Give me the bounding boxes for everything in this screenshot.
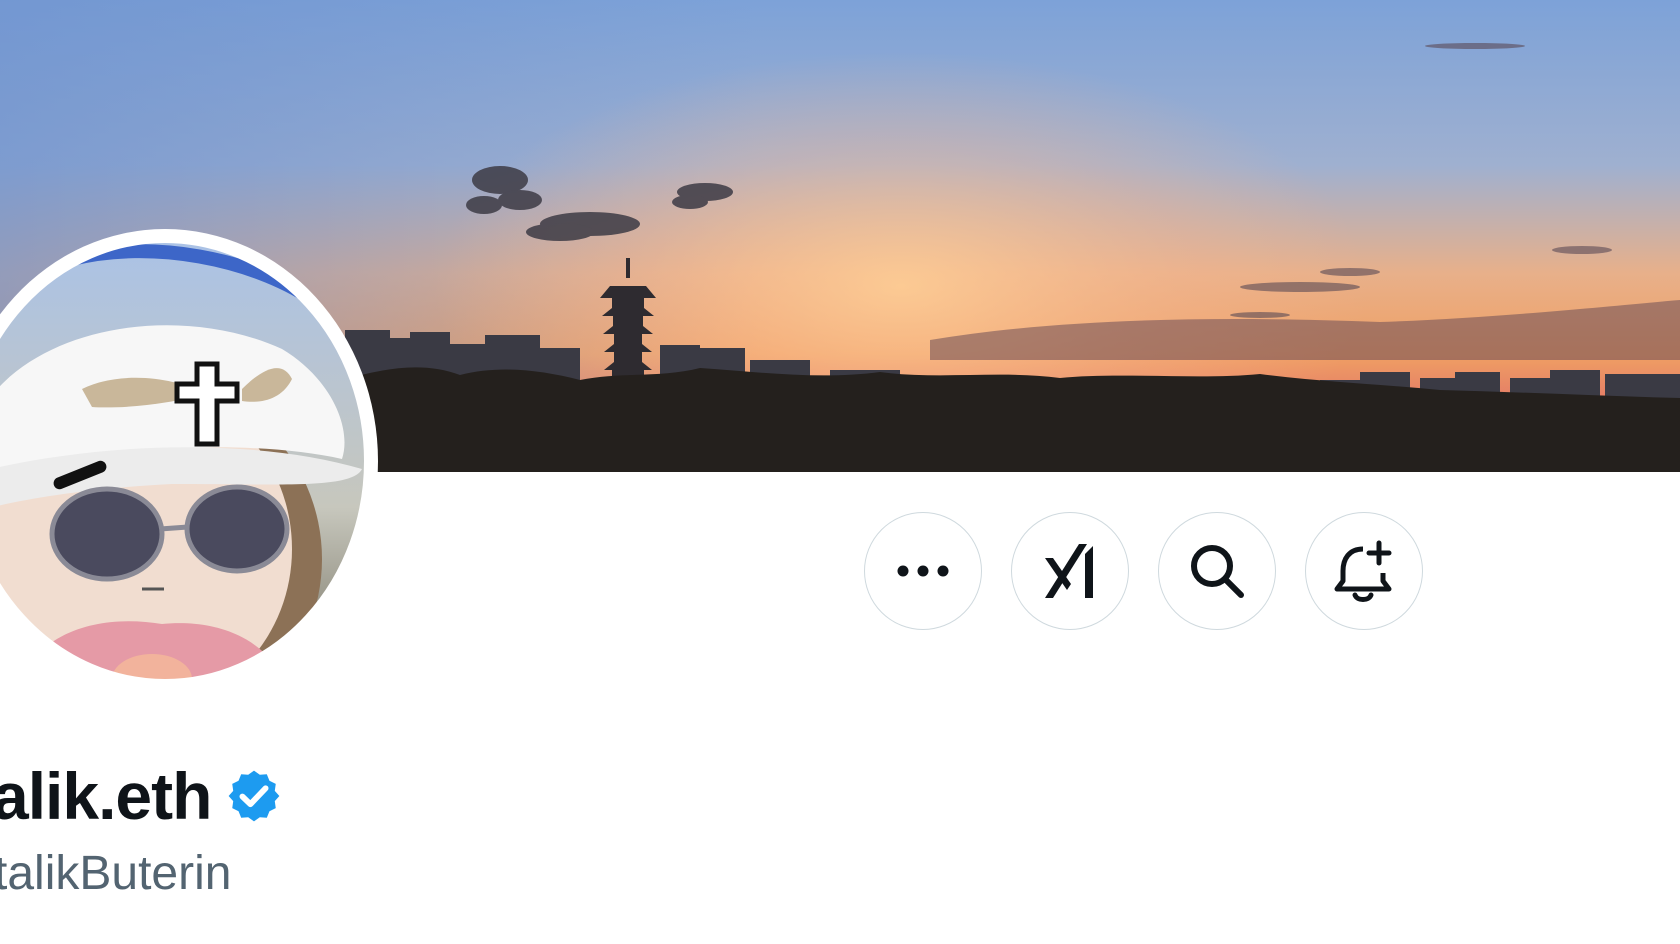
profile-name-row: alik.eth <box>0 758 283 834</box>
grok-button[interactable] <box>1011 512 1129 630</box>
display-name: alik.eth <box>0 759 212 833</box>
grok-icon <box>1045 544 1093 598</box>
more-icon <box>897 565 949 577</box>
notification-bell-icon <box>1334 540 1392 602</box>
profile-page: alik.eth talikButerin <box>0 0 1680 944</box>
notify-button[interactable] <box>1305 512 1423 630</box>
search-button[interactable] <box>1158 512 1276 630</box>
profile-handle: talikButerin <box>0 847 232 900</box>
verified-badge-icon[interactable] <box>225 767 283 825</box>
more-button[interactable] <box>864 512 982 630</box>
search-icon <box>1191 545 1244 598</box>
